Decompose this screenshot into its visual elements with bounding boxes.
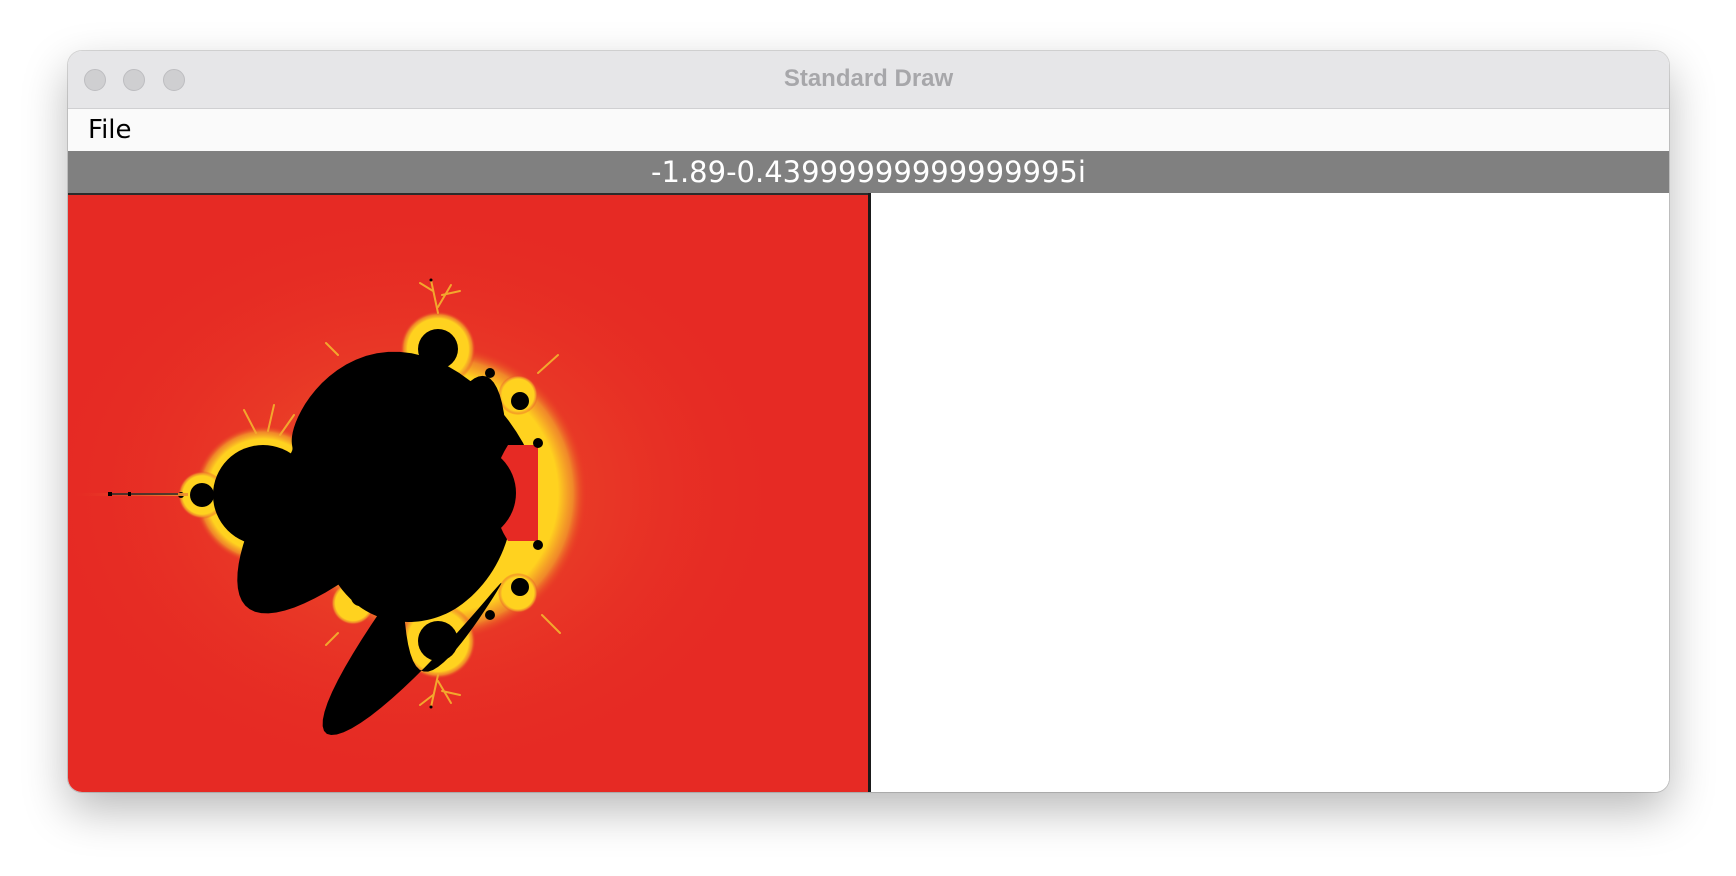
window-title: Standard Draw [783,65,954,92]
period2-bulb [213,445,313,545]
coordinate-bar: -1.89-0.43999999999999995i [68,151,1669,193]
app-window: Standard Draw File -1.89-0.4399999999999… [68,51,1669,792]
menu-bar: File [68,109,1669,151]
period4-bulb [190,483,214,507]
title-bar: Standard Draw [68,51,1669,109]
mandelbrot-image[interactable] [68,195,868,792]
top-bulb [418,329,458,369]
bottom-bulb [418,621,458,661]
blank-canvas-pane[interactable] [871,193,1669,792]
cardioid-inner [420,445,516,541]
coordinate-readout: -1.89-0.43999999999999995i [651,155,1086,189]
drawing-canvas[interactable] [68,193,1669,792]
menu-file[interactable]: File [86,109,134,151]
